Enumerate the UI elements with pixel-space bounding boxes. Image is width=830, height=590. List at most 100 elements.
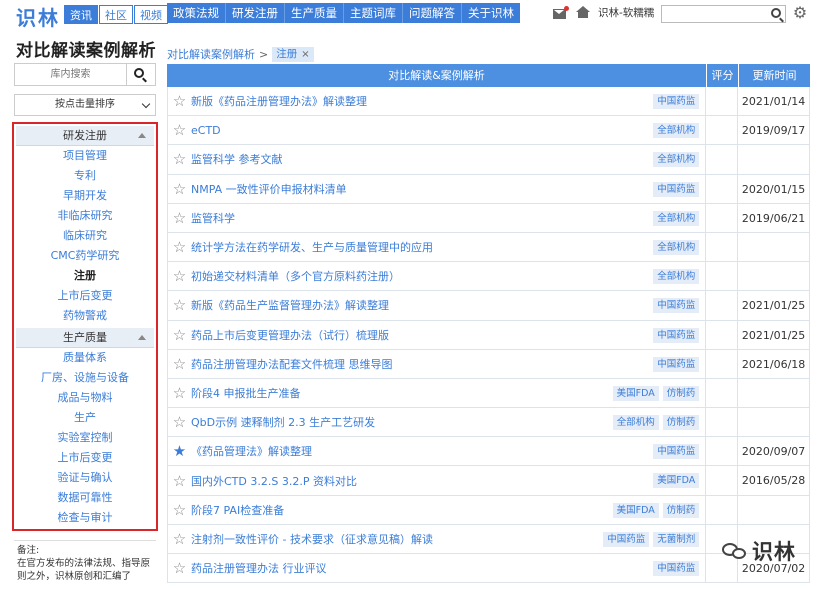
row-title-link[interactable]: QbD示例 速释制剂 2.3 生产工艺研发 [191,414,375,430]
category-item[interactable]: 临床研究 [14,226,156,246]
category-item[interactable]: 数据可靠性 [14,488,156,508]
row-title-link[interactable]: 《药品管理法》解读整理 [191,443,312,459]
category-group-header[interactable]: 研发注册 [16,126,154,146]
user-name[interactable]: 识林-软糯糯 [598,5,654,20]
agency-tag[interactable]: 仿制药 [662,502,700,518]
row-title-link[interactable]: 阶段7 PAI检查准备 [191,502,284,518]
mail-icon[interactable] [553,5,569,19]
agency-tag[interactable]: 仿制药 [662,385,700,401]
agency-tag[interactable]: 中国药监 [653,561,700,576]
star-icon[interactable]: ☆ [172,94,187,109]
library-search-input[interactable] [15,64,127,85]
nav-item[interactable]: 生产质量 [285,3,344,23]
row-title-link[interactable]: 阶段4 申报批生产准备 [191,385,301,401]
row-title-link[interactable]: 注射剂一致性评价 - 技术要求（征求意见稿）解读 [191,531,433,547]
star-icon[interactable]: ☆ [172,181,187,196]
row-title-link[interactable]: 初始递交材料清单（多个官方原料药注册） [191,268,400,284]
agency-tag[interactable]: 全部机构 [653,239,700,255]
category-item[interactable]: 实验室控制 [14,428,156,448]
category-item[interactable]: 专利 [14,166,156,186]
agency-tag[interactable]: 中国药监 [653,298,700,314]
home-icon[interactable] [576,6,590,19]
star-icon[interactable]: ☆ [172,385,187,400]
agency-tag[interactable]: 美国FDA [612,502,659,518]
agency-tag[interactable]: 美国FDA [653,473,700,489]
star-icon[interactable]: ☆ [172,502,187,517]
site-logo[interactable]: 识林 [16,2,60,31]
category-group-header[interactable]: 生产质量 [16,328,154,348]
agency-tag[interactable]: 中国药监 [653,327,700,343]
star-icon[interactable]: ☆ [172,531,187,546]
agency-tag[interactable]: 全部机构 [653,123,700,139]
row-title-link[interactable]: 国内外CTD 3.2.S 3.2.P 资料对比 [191,473,357,489]
category-item[interactable]: 上市后变更 [14,286,156,306]
star-icon[interactable]: ☆ [172,473,187,488]
breadcrumb-root[interactable]: 对比解读案例解析 [167,46,255,62]
category-item[interactable]: 验证与确认 [14,468,156,488]
column-header-score[interactable]: 评分 [707,64,739,87]
category-item[interactable]: CMC药学研究 [14,246,156,266]
category-item[interactable]: 项目管理 [14,146,156,166]
star-icon[interactable]: ☆ [172,240,187,255]
sort-select[interactable]: 按点击量排序 [14,94,156,116]
agency-tag[interactable]: 仿制药 [662,415,700,431]
column-header-date[interactable]: 更新时间 [739,64,810,87]
row-title-link[interactable]: 监管科学 参考文献 [191,151,283,167]
agency-tag[interactable]: 中国药监 [653,444,700,460]
library-search-button[interactable] [125,64,155,85]
star-icon[interactable]: ☆ [172,210,187,225]
nav-item[interactable]: 主题词库 [344,3,403,23]
collapse-icon[interactable] [138,335,146,340]
star-icon[interactable]: ☆ [172,269,187,284]
category-item[interactable]: 生产 [14,408,156,428]
category-item[interactable]: 注册 [14,266,156,286]
category-item[interactable]: 非临床研究 [14,206,156,226]
agency-tag[interactable]: 中国药监 [653,356,700,372]
category-item[interactable]: 成品与物料 [14,388,156,408]
star-icon[interactable]: ☆ [172,415,187,430]
star-icon[interactable]: ☆ [172,298,187,313]
agency-tag[interactable]: 中国药监 [653,181,700,197]
top-search-input[interactable] [661,5,786,23]
category-item[interactable]: 上市后变更 [14,448,156,468]
row-title-link[interactable]: 药品注册管理办法 行业评议 [191,560,327,576]
nav-item[interactable]: 关于识林 [462,3,520,23]
star-icon[interactable]: ☆ [172,561,187,576]
row-title-link[interactable]: NMPA 一致性评价申报材料清单 [191,181,347,197]
row-title-link[interactable]: eCTD [191,124,221,137]
agency-tag[interactable]: 中国药监 [603,531,650,547]
row-title-link[interactable]: 新版《药品注册管理办法》解读整理 [191,93,367,109]
site-tab[interactable]: 社区 [99,5,133,24]
site-tab[interactable]: 视频 [134,5,168,24]
nav-item[interactable]: 政策法规 [167,3,226,23]
row-title-link[interactable]: 药品上市后变更管理办法（试行）梳理版 [191,327,389,343]
category-item[interactable]: 检查与审计 [14,508,156,528]
agency-tag[interactable]: 中国药监 [653,94,700,109]
agency-tag[interactable]: 全部机构 [653,152,700,168]
star-filled-icon[interactable]: ★ [172,444,187,459]
agency-tag[interactable]: 无菌制剂 [653,531,700,547]
category-item[interactable]: 质量体系 [14,348,156,368]
site-tab[interactable]: 资讯 [64,5,98,24]
agency-tag[interactable]: 全部机构 [612,415,659,431]
nav-item[interactable]: 研发注册 [226,3,285,23]
star-icon[interactable]: ☆ [172,327,187,342]
category-item[interactable]: 药物警戒 [14,306,156,326]
category-item[interactable]: 厂房、设施与设备 [14,368,156,388]
star-icon[interactable]: ☆ [172,123,187,138]
row-title-link[interactable]: 新版《药品生产监督管理办法》解读整理 [191,297,389,313]
category-item[interactable]: 早期开发 [14,186,156,206]
close-icon[interactable]: × [301,47,309,62]
star-icon[interactable]: ☆ [172,152,187,167]
star-icon[interactable]: ☆ [172,356,187,371]
agency-tag[interactable]: 全部机构 [653,269,700,285]
gear-icon[interactable]: ⚙ [792,5,808,21]
agency-tag[interactable]: 美国FDA [612,385,659,401]
agency-tag[interactable]: 全部机构 [653,210,700,226]
row-title-link[interactable]: 统计学方法在药学研发、生产与质量管理中的应用 [191,239,433,255]
nav-item[interactable]: 问题解答 [403,3,462,23]
row-title-link[interactable]: 监管科学 [191,210,235,226]
search-icon[interactable] [771,8,781,18]
collapse-icon[interactable] [138,133,146,138]
row-title-link[interactable]: 药品注册管理办法配套文件梳理 思维导图 [191,356,393,372]
